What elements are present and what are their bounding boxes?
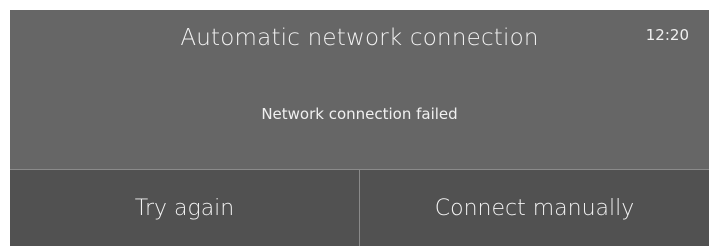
clock: 12:20	[645, 26, 689, 44]
action-bar: Try again Connect manually	[10, 169, 709, 246]
dialog-title: Automatic network connection	[180, 25, 539, 51]
network-connection-dialog: Automatic network connection 12:20 Netwo…	[10, 10, 709, 246]
dialog-header: Automatic network connection 12:20	[10, 10, 709, 72]
status-message: Network connection failed	[261, 105, 458, 123]
connect-manually-button[interactable]: Connect manually	[359, 170, 709, 246]
try-again-button[interactable]: Try again	[10, 170, 359, 246]
